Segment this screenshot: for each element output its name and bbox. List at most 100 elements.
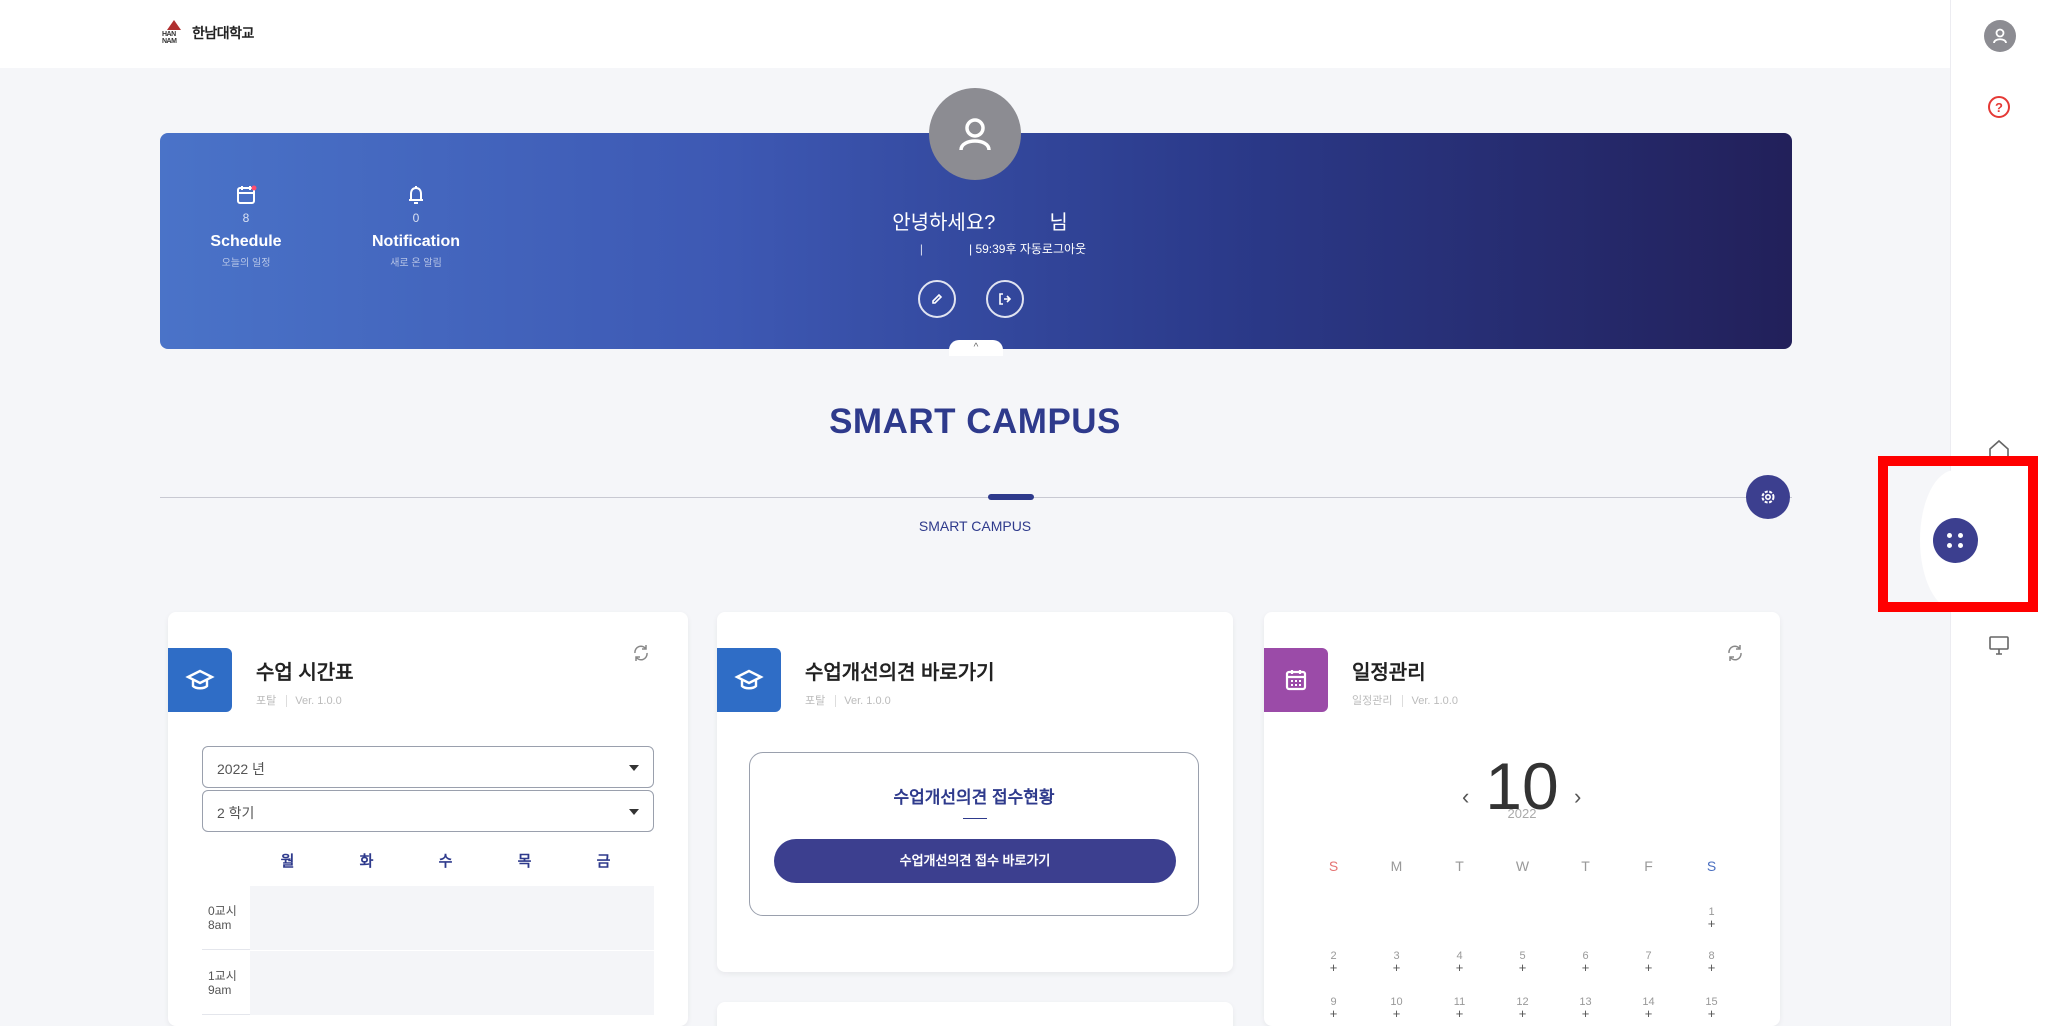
help-icon[interactable]: ? — [1988, 96, 2010, 118]
calendar-week: 2 + 3 + 4 + 5 + 6 + 7 + 8 + — [1302, 950, 1743, 974]
year-select-value: 2022 년 — [217, 761, 265, 777]
calendar-day[interactable]: 3 + — [1365, 950, 1428, 974]
calendar-day[interactable]: 11 + — [1428, 996, 1491, 1020]
calendar-day[interactable]: 7 + — [1617, 950, 1680, 974]
add-event-icon: + — [1581, 960, 1590, 975]
weekday-label: 월 — [280, 853, 295, 870]
weekday-label: 수 — [438, 853, 453, 870]
course-feedback-card: 수업개선의견 바로가기 포탈 Ver. 1.0.0 수업개선의견 접수현황 수업개… — [717, 612, 1233, 972]
add-event-icon: + — [1392, 960, 1401, 975]
calendar-day[interactable]: 5 + — [1491, 950, 1554, 974]
card-version: Ver. 1.0.0 — [835, 695, 891, 707]
profile-avatar-icon — [929, 88, 1021, 180]
schedule-summary[interactable]: 8 Schedule 오늘의 일정 — [186, 183, 306, 269]
period-cells[interactable] — [250, 951, 654, 1015]
calendar-day — [1491, 906, 1554, 930]
notification-title: Notification — [372, 233, 460, 250]
monitor-icon[interactable] — [1986, 633, 2012, 657]
calendar-day[interactable]: 8 + — [1680, 950, 1743, 974]
logo-name: 한남대학교 — [192, 25, 254, 41]
session-separator: | — [919, 242, 923, 256]
card-category: 포탈 — [805, 695, 826, 707]
calendar-day[interactable]: 1 + — [1680, 906, 1743, 930]
chevron-down-icon — [629, 809, 639, 815]
previous-month-button[interactable]: ‹ — [1462, 784, 1469, 810]
calendar-day — [1554, 906, 1617, 930]
timetable-row: 0교시 8am — [202, 886, 654, 950]
card-title: 수업 시간표 — [256, 662, 354, 684]
add-event-icon: + — [1707, 960, 1716, 975]
settings-gear-button[interactable] — [1746, 475, 1790, 519]
calendar-day[interactable]: 9 + — [1302, 996, 1365, 1020]
calendar-day[interactable]: 2 + — [1302, 950, 1365, 974]
edit-profile-button[interactable] — [918, 280, 956, 318]
add-event-icon: + — [1329, 1006, 1338, 1021]
bell-icon — [356, 183, 476, 209]
notification-summary[interactable]: 0 Notification 새로 온 알림 — [356, 183, 476, 269]
calendar-day[interactable]: 4 + — [1428, 950, 1491, 974]
refresh-icon[interactable] — [1724, 642, 1746, 664]
session-info: | | 59:39후 자동로그아웃 — [780, 240, 1180, 257]
calendar-day[interactable]: 14 + — [1617, 996, 1680, 1020]
period-label: 0교시 8am — [208, 904, 237, 932]
user-avatar-icon[interactable] — [1984, 20, 2016, 52]
timetable-row: 1교시 9am — [202, 951, 654, 1015]
weekday-label: T — [1581, 858, 1590, 874]
add-event-icon: + — [1581, 1006, 1590, 1021]
calendar-week: 9 + 10 + 11 + 12 + 13 + 14 + 15 + — [1302, 996, 1743, 1020]
section-subtitle: SMART CAMPUS — [918, 518, 1032, 534]
top-header: HAN NAM 한남대학교 — [0, 0, 1950, 68]
card-meta: 포탈 Ver. 1.0.0 — [805, 692, 891, 708]
add-event-icon: + — [1644, 1006, 1653, 1021]
weekday-label: F — [1644, 858, 1653, 874]
calendar-day[interactable]: 10 + — [1365, 996, 1428, 1020]
calendar-day[interactable]: 12 + — [1491, 996, 1554, 1020]
feedback-status-title: 수업개선의견 접수현황 — [893, 788, 1055, 807]
divider-accent — [988, 494, 1034, 500]
calendar-day — [1365, 906, 1428, 930]
add-event-icon: + — [1707, 1006, 1716, 1021]
notification-count: 0 — [412, 211, 420, 225]
greeting: 안녕하세요? 님 — [860, 206, 1100, 235]
period-cells[interactable] — [250, 886, 654, 950]
title-underline — [963, 818, 987, 819]
collapse-banner-button[interactable]: ^ — [949, 340, 1003, 356]
feedback-status-box: 수업개선의견 접수현황 수업개선의견 접수 바로가기 — [749, 752, 1199, 916]
card-category: 포탈 — [256, 695, 277, 707]
chevron-down-icon — [629, 765, 639, 771]
calendar-day[interactable]: 6 + — [1554, 950, 1617, 974]
add-event-icon: + — [1455, 1006, 1464, 1021]
calendar-day[interactable]: 15 + — [1680, 996, 1743, 1020]
logout-icon — [999, 293, 1012, 305]
calendar-icon — [1264, 648, 1328, 712]
add-event-icon: + — [1455, 960, 1464, 975]
section-divider — [160, 497, 1792, 498]
add-event-icon: + — [1644, 960, 1653, 975]
logout-button[interactable] — [986, 280, 1024, 318]
term-select-value: 2 학기 — [217, 805, 255, 821]
weekday-label: 금 — [596, 853, 611, 870]
weekday-label: 목 — [517, 853, 532, 870]
graduation-cap-icon — [717, 648, 781, 712]
schedule-title: Schedule — [210, 233, 282, 250]
page-title: SMART CAMPUS — [829, 402, 1121, 441]
schedule-card: 일정관리 일정관리 Ver. 1.0.0 10 2022 ‹ › S M T W … — [1264, 612, 1780, 1026]
notification-subtitle: 새로 온 알림 — [390, 258, 442, 269]
calendar-day — [1428, 906, 1491, 930]
weekday-label: M — [1390, 858, 1403, 874]
card-category: 일정관리 — [1352, 695, 1393, 707]
gear-icon — [1761, 490, 1775, 504]
university-logo[interactable]: HAN NAM 한남대학교 — [162, 20, 254, 46]
period-label: 1교시 9am — [208, 969, 237, 997]
year-select[interactable]: 2022 년 — [202, 746, 654, 788]
calendar-day[interactable]: 13 + — [1554, 996, 1617, 1020]
go-to-feedback-button[interactable]: 수업개선의견 접수 바로가기 — [774, 839, 1176, 883]
term-select[interactable]: 2 학기 — [202, 790, 654, 832]
weekday-label: W — [1515, 858, 1530, 874]
timetable-card: 수업 시간표 포탈 Ver. 1.0.0 2022 년 2 학기 월 화 수 목 … — [168, 612, 688, 1026]
calendar-day — [1302, 906, 1365, 930]
add-event-icon: + — [1707, 916, 1716, 931]
next-month-button[interactable]: › — [1574, 784, 1581, 810]
refresh-icon[interactable] — [630, 642, 652, 664]
calendar-year: 2022 — [1507, 806, 1537, 821]
